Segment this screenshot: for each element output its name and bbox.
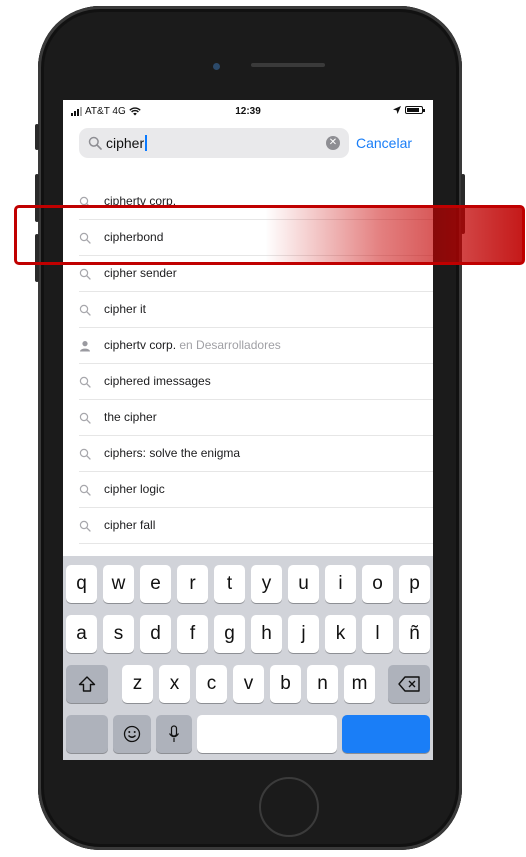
suggestion-label: ciphered imessages [104,374,211,388]
key-a[interactable]: a [66,615,97,653]
numbers-key[interactable] [66,715,108,753]
key-q[interactable]: q [66,565,97,603]
key-l[interactable]: l [362,615,393,653]
suggestion-row[interactable]: ciphers: solve the enigma [79,436,433,472]
key-g[interactable]: g [214,615,245,653]
search-icon [79,447,91,460]
shift-key[interactable] [66,665,108,703]
space-key[interactable] [197,715,337,753]
suggestion-row[interactable]: the cipher [79,400,433,436]
keyboard: qwertyuiop asdfghjklñ zxcvbnm [63,556,433,760]
key-x[interactable]: x [159,665,190,703]
emoji-key[interactable] [113,715,151,753]
clock: 12:39 [235,106,261,117]
search-icon [88,136,102,150]
key-t[interactable]: t [214,565,245,603]
key-d[interactable]: d [140,615,171,653]
suggestion-label: the cipher [104,410,157,424]
location-arrow-icon [393,106,401,114]
key-y[interactable]: y [251,565,282,603]
key-p[interactable]: p [399,565,430,603]
search-icon [79,411,91,424]
search-icon [79,303,91,316]
clear-search-icon[interactable]: ✕ [326,136,340,150]
suggestion-row[interactable]: cipher it [79,292,433,328]
search-icon [79,375,91,388]
key-m[interactable]: m [344,665,375,703]
backspace-icon [398,676,420,692]
key-i[interactable]: i [325,565,356,603]
suggestion-row[interactable]: cipher logic [79,472,433,508]
key-c[interactable]: c [196,665,227,703]
status-bar: AT&T 4G 12:39 [63,100,433,122]
status-right [393,106,425,114]
suggestion-hint: en Desarrolladores [176,338,281,352]
suggestion-label: ciphertv corp. en Desarrolladores [104,338,281,352]
suggestion-row[interactable]: ciphertv corp. en Desarrolladores [79,328,433,364]
microphone-icon [169,725,179,742]
text-cursor [145,135,148,151]
suggestion-label: cipher sender [104,266,177,280]
key-r[interactable]: r [177,565,208,603]
key-j[interactable]: j [288,615,319,653]
suggestion-label: cipher logic [104,482,165,496]
suggestion-row[interactable]: cipher fall [79,508,433,544]
key-o[interactable]: o [362,565,393,603]
search-icon [79,483,91,496]
phone-screen: AT&T 4G 12:39 cipher ✕ Cancelar ciphertv… [63,100,433,760]
search-query: cipher [106,135,148,151]
home-button[interactable] [259,777,319,837]
key-n[interactable]: n [307,665,338,703]
suggestion-label: cipher it [104,302,147,316]
shift-icon [78,676,96,692]
search-icon [79,519,91,532]
front-camera [213,63,220,70]
key-b[interactable]: b [270,665,301,703]
key-h[interactable]: h [251,615,282,653]
cancel-button[interactable]: Cancelar [356,135,412,151]
key-w[interactable]: w [103,565,134,603]
key-e[interactable]: e [140,565,171,603]
key-s[interactable]: s [103,615,134,653]
battery-icon [405,106,425,114]
suggestion-row[interactable]: ciphered imessages [79,364,433,400]
key-k[interactable]: k [325,615,356,653]
key-u[interactable]: u [288,565,319,603]
highlight-frame [14,205,525,265]
person-icon [79,339,91,352]
search-key[interactable] [342,715,430,753]
suggestion-label: cipher fall [104,518,156,532]
search-input[interactable]: cipher ✕ [79,128,349,158]
suggestion-label: ciphers: solve the enigma [104,446,241,460]
search-bar: cipher ✕ Cancelar [79,128,425,158]
key-f[interactable]: f [177,615,208,653]
key-v[interactable]: v [233,665,264,703]
mute-switch [35,124,39,150]
key-ñ[interactable]: ñ [399,615,430,653]
emoji-icon [123,725,141,743]
key-z[interactable]: z [122,665,153,703]
dictation-key[interactable] [156,715,192,753]
search-icon [79,267,91,280]
delete-key[interactable] [388,665,430,703]
earpiece-speaker [251,63,325,67]
